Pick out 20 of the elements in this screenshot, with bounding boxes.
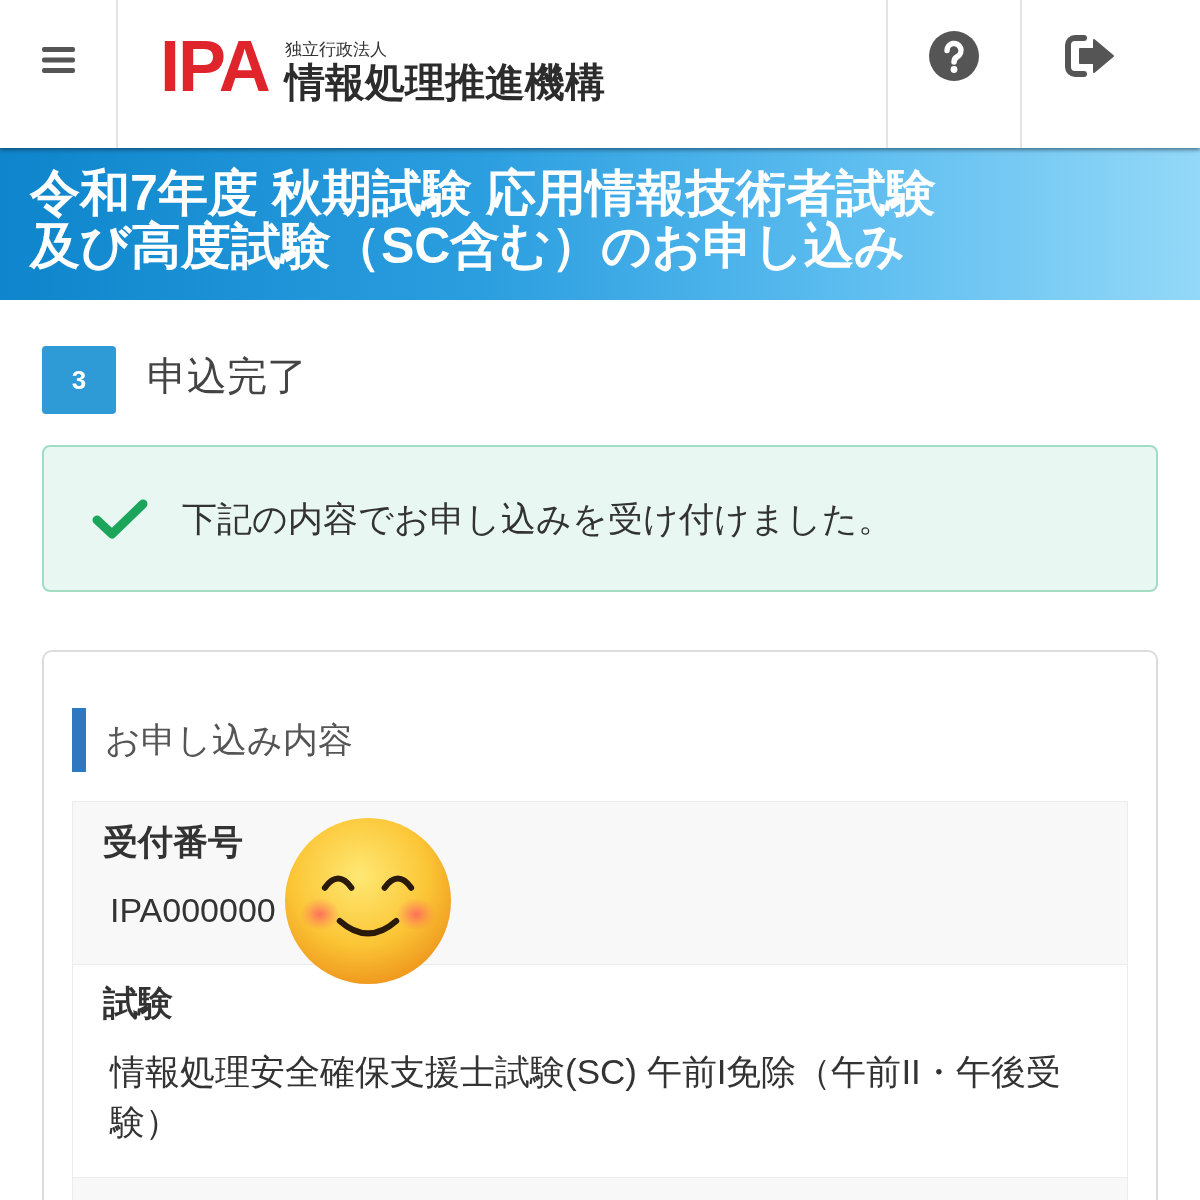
- org-name: 情報処理推進機構: [284, 60, 605, 104]
- menu-button[interactable]: [0, 0, 118, 148]
- check-icon: [92, 497, 148, 540]
- step-title: 申込完了: [147, 353, 307, 400]
- field-value: 情報処理安全確保支援士試験(SC) 午前I免除（午前II・午後受験）: [108, 1051, 1062, 1143]
- page-title: 令和7年度 秋期試験 応用情報技術者試験及び高度試験（SC含む）のお申し込み: [30, 167, 937, 273]
- help-button[interactable]: [886, 0, 1020, 148]
- field-value: IPA000000: [109, 890, 276, 931]
- smiling-face-emoji-icon: [285, 818, 451, 984]
- org-type-label: 独立行政法人: [284, 40, 388, 60]
- menu-icon: [41, 47, 75, 73]
- field-label: 試験: [103, 983, 173, 1023]
- logout-icon: [1065, 35, 1115, 77]
- step-number-badge: 3: [42, 346, 116, 414]
- alert-message: 下記の内容でお申し込みを受け付けました。: [182, 497, 893, 540]
- logout-button[interactable]: [1020, 0, 1200, 148]
- section-heading: お申し込み内容: [72, 708, 1128, 772]
- help-icon: [929, 31, 979, 81]
- logo-wordmark: IPA: [160, 30, 269, 102]
- field-label: 受付番号: [103, 822, 243, 862]
